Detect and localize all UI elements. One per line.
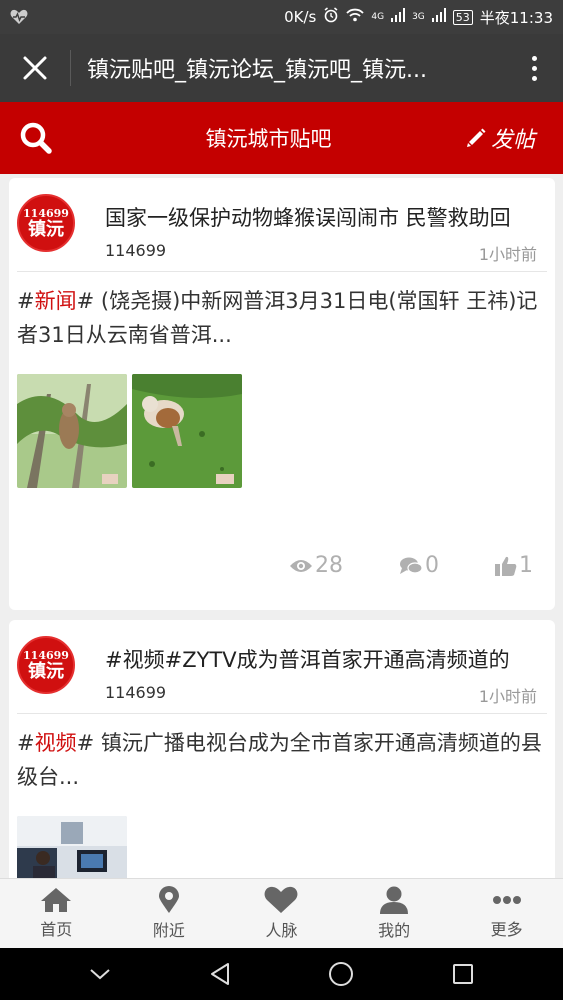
post-images — [9, 352, 555, 488]
tab-nearby-label: 附近 — [152, 921, 185, 940]
post-title[interactable]: 国家一级保护动物蜂猴误闯闹市 民警救助回 — [105, 202, 547, 232]
avatar[interactable]: 114699 镇沅 — [17, 636, 75, 694]
views-count: 28 — [289, 553, 343, 578]
tab-more[interactable]: 更多 — [450, 879, 563, 948]
forum-header: 镇沅城市贴吧 发帖 — [0, 102, 563, 174]
search-button[interactable] — [0, 121, 72, 155]
tab-mine[interactable]: 我的 — [338, 879, 451, 948]
post-time: 1小时前 — [478, 245, 537, 264]
pencil-icon — [467, 128, 486, 147]
network-speed: 0K/s — [284, 8, 317, 26]
thumbs-up-icon — [495, 556, 517, 576]
chevron-down-icon[interactable] — [89, 967, 111, 981]
status-bar: 0K/s 4G 3G 53 半夜11:33 — [0, 0, 563, 34]
more-dots-icon — [492, 896, 521, 904]
tab-nearby[interactable]: 附近 — [113, 879, 226, 948]
home-icon — [41, 888, 72, 912]
new-post-label: 发帖 — [491, 128, 536, 153]
new-post-button[interactable]: 发帖 — [465, 122, 563, 154]
post-excerpt-text: (饶尧摄)中新网普洱3月31日电(常国轩 王祎)记者31日从云南省普洱... — [17, 289, 538, 347]
more-vertical-icon — [531, 55, 537, 61]
location-pin-icon — [158, 886, 179, 913]
network-type-2: 3G — [412, 12, 425, 22]
close-icon — [23, 56, 47, 80]
wifi-icon — [346, 8, 365, 26]
post-title[interactable]: #视频#ZYTV成为普洱首家开通高清频道的 — [105, 644, 547, 674]
post-image-loris-grass[interactable] — [132, 374, 242, 488]
back-triangle-icon[interactable] — [209, 962, 231, 986]
more-menu-button[interactable] — [505, 55, 563, 81]
avatar-number: 114699 — [23, 206, 69, 220]
post-excerpt[interactable]: #视频# 镇沅广播电视台成为全市首家开通高清频道的县级台... — [9, 714, 555, 794]
tab-connections-label: 人脉 — [265, 921, 298, 940]
comments-count[interactable]: 0 — [399, 553, 439, 578]
system-nav-bar — [0, 948, 563, 1000]
post-hashtag[interactable]: 视频 — [35, 731, 77, 755]
recents-square-icon[interactable] — [452, 963, 474, 985]
post-author[interactable]: 114699 — [105, 683, 166, 702]
avatar-name: 镇沅 — [28, 660, 64, 682]
health-heart-icon — [10, 9, 28, 25]
post-feed[interactable]: 114699 镇沅 国家一级保护动物蜂猴误闯闹市 民警救助回 114699 1小… — [0, 174, 563, 878]
post-image-loris-tree[interactable] — [17, 374, 127, 488]
battery-level: 53 — [452, 9, 473, 25]
alarm-icon — [323, 7, 339, 27]
post-author[interactable]: 114699 — [105, 241, 166, 260]
views-value: 28 — [315, 553, 343, 578]
avatar[interactable]: 114699 镇沅 — [17, 194, 75, 252]
tab-connections[interactable]: 人脉 — [225, 879, 338, 948]
bottom-tab-bar: 首页 附近 人脉 我的 更多 — [0, 878, 563, 948]
tab-home[interactable]: 首页 — [0, 879, 113, 948]
tab-mine-label: 我的 — [378, 921, 411, 940]
post-hashtag[interactable]: 新闻 — [35, 289, 77, 313]
comment-icon — [400, 557, 423, 574]
heart-icon — [265, 886, 298, 913]
likes-value: 1 — [519, 553, 533, 578]
page-title: 镇沅贴吧_镇沅论坛_镇沅吧_镇沅... — [87, 58, 427, 83]
search-icon — [20, 122, 52, 154]
eye-icon — [290, 559, 312, 572]
post-card[interactable]: 114699 镇沅 国家一级保护动物蜂猴误闯闹市 民警救助回 114699 1小… — [9, 178, 555, 610]
home-circle-icon[interactable] — [328, 961, 354, 987]
likes-count[interactable]: 1 — [495, 553, 533, 578]
post-stats: 28 0 1 — [9, 553, 555, 578]
avatar-name: 镇沅 — [28, 218, 64, 240]
comments-value: 0 — [425, 553, 439, 578]
post-time: 1小时前 — [478, 687, 537, 706]
post-excerpt[interactable]: #新闻# (饶尧摄)中新网普洱3月31日电(常国轩 王祎)记者31日从云南省普洱… — [9, 272, 555, 352]
signal-icon-2 — [431, 8, 446, 26]
post-image-tv-station[interactable] — [17, 816, 127, 878]
avatar-number: 114699 — [23, 648, 69, 662]
post-excerpt-text: 镇沅广播电视台成为全市首家开通高清频道的县级台... — [17, 731, 542, 789]
post-header: 114699 镇沅 #视频#ZYTV成为普洱首家开通高清频道的 114699 1… — [17, 620, 547, 714]
post-header: 114699 镇沅 国家一级保护动物蜂猴误闯闹市 民警救助回 114699 1小… — [17, 178, 547, 272]
user-icon — [380, 886, 409, 914]
browser-title-bar: 镇沅贴吧_镇沅论坛_镇沅吧_镇沅... — [0, 34, 563, 102]
tab-more-label: 更多 — [490, 920, 523, 939]
clock: 半夜11:33 — [479, 8, 553, 27]
network-type-1: 4G — [371, 12, 385, 22]
tab-home-label: 首页 — [40, 920, 73, 939]
forum-title: 镇沅城市贴吧 — [205, 127, 332, 151]
post-card[interactable]: 114699 镇沅 #视频#ZYTV成为普洱首家开通高清频道的 114699 1… — [9, 620, 555, 878]
post-images — [9, 794, 555, 878]
signal-icon — [391, 8, 406, 26]
close-button[interactable] — [0, 34, 70, 102]
